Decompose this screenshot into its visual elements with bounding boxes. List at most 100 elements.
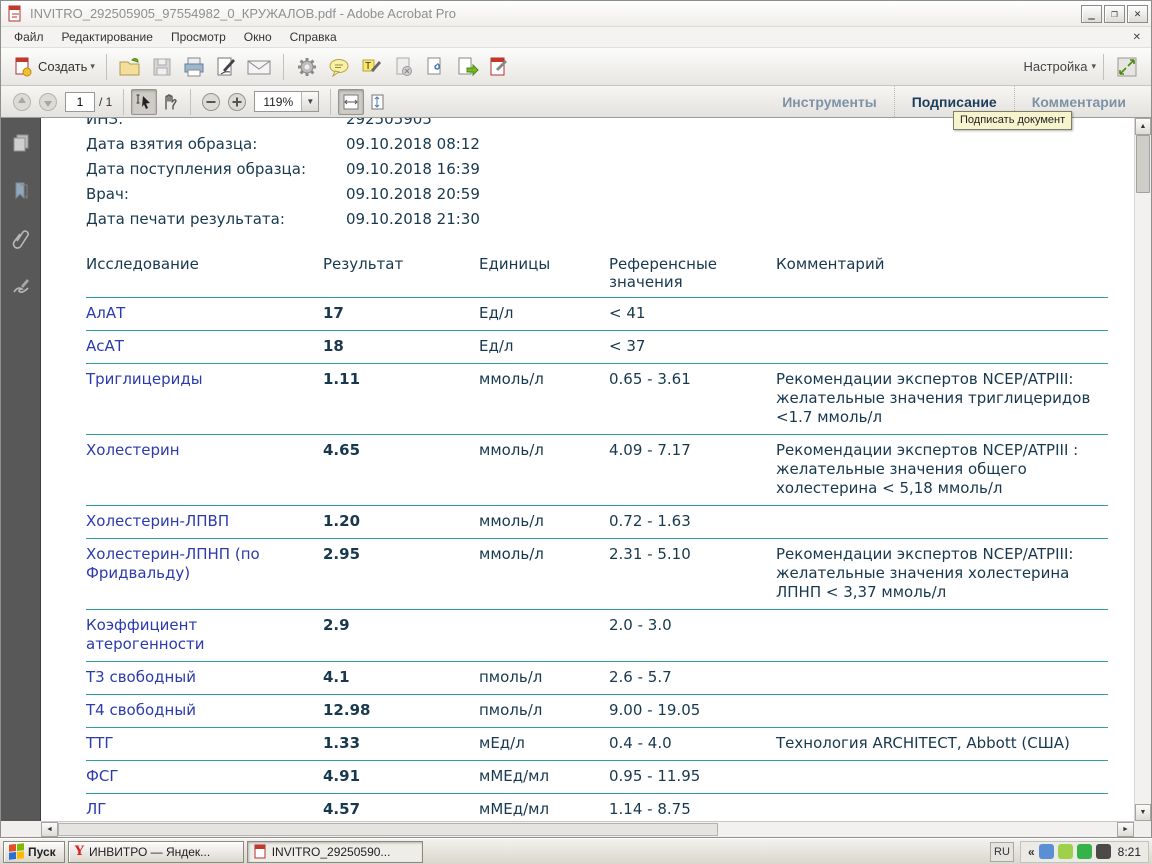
- menu-item[interactable]: Редактирование: [53, 27, 162, 47]
- menu-item[interactable]: Справка: [281, 27, 346, 47]
- antivirus-icon[interactable]: [1096, 844, 1111, 859]
- toolbar-separator: [106, 54, 107, 80]
- fill-sign-form-button[interactable]: [483, 52, 515, 82]
- vertical-scrollbar-track[interactable]: [1135, 193, 1151, 804]
- doc-meta: Дата взятия образца:09.10.2018 08:12Дата…: [86, 131, 1134, 231]
- comment-bubble-icon: [327, 56, 351, 78]
- tray-collapse-icon[interactable]: «: [1028, 845, 1035, 859]
- export-file-button[interactable]: [451, 52, 483, 82]
- taskbar-tasks: Y ИНВИТРО — Яндек... INVITRO_29250590...: [68, 841, 423, 863]
- result-comment: [776, 331, 1108, 364]
- print-button[interactable]: [178, 52, 210, 82]
- task-label: INVITRO_29250590...: [272, 845, 391, 859]
- table-row: ФСГ4.91мМЕд/мл0.95 - 11.95: [86, 761, 1108, 794]
- menu-item[interactable]: Просмотр: [162, 27, 235, 47]
- task-label: ИНВИТРО — Яндек...: [89, 845, 210, 859]
- result-value: 17: [323, 298, 479, 331]
- vertical-scrollbar-thumb[interactable]: [1136, 135, 1150, 193]
- windows-logo-icon: [9, 843, 24, 860]
- remote-access-icon[interactable]: [1039, 844, 1054, 859]
- chevron-down-icon[interactable]: ▾: [1091, 61, 1096, 72]
- agent-icon[interactable]: [1077, 844, 1092, 859]
- select-tool-button[interactable]: [131, 89, 157, 115]
- create-pdf-icon: [13, 56, 33, 78]
- document-page[interactable]: ИНЗ: 292505905 Дата взятия образца:09.10…: [41, 118, 1134, 821]
- hand-tool-button[interactable]: [157, 89, 183, 115]
- sign-document-button[interactable]: [210, 52, 242, 82]
- document-content: ИНЗ: 292505905 Дата взятия образца:09.10…: [41, 118, 1134, 821]
- scroll-left-icon[interactable]: ◄: [41, 822, 58, 837]
- page-count-label: / 1: [99, 95, 112, 109]
- page-thumbnails-icon[interactable]: [10, 132, 32, 154]
- scrolling-mode-button[interactable]: [364, 89, 390, 115]
- page-number-input[interactable]: [65, 92, 95, 112]
- result-units: пмоль/л: [479, 662, 609, 695]
- menu-item[interactable]: Файл: [5, 27, 53, 47]
- taskbar-task[interactable]: Y ИНВИТРО — Яндек...: [68, 841, 244, 863]
- test-name: Холестерин: [86, 435, 323, 506]
- meta-label: Дата взятия образца:: [86, 135, 346, 153]
- menu-bar: ФайлРедактированиеПросмотрОкноСправка ✕: [1, 27, 1151, 48]
- acrobat-app-icon: [7, 5, 24, 22]
- chevron-down-icon[interactable]: ▼: [301, 92, 318, 111]
- test-name: Холестерин-ЛПВП: [86, 506, 323, 539]
- horizontal-scrollbar[interactable]: ◄ ►: [41, 821, 1134, 837]
- menubar-close-icon[interactable]: ✕: [1127, 32, 1147, 43]
- table-header-row: ИсследованиеРезультатЕдиницыРеференсные …: [86, 247, 1108, 298]
- start-button[interactable]: Пуск: [3, 841, 65, 863]
- highlight-text-button[interactable]: T: [355, 52, 387, 82]
- reference-range: < 37: [609, 331, 776, 364]
- menu-item[interactable]: Окно: [235, 27, 281, 47]
- close-button[interactable]: ✕: [1127, 5, 1148, 23]
- next-page-button[interactable]: [35, 89, 61, 115]
- table-row: Коэффициент атерогенности2.92.0 - 3.0: [86, 610, 1108, 662]
- menu-bar-items: ФайлРедактированиеПросмотрОкноСправка: [5, 27, 346, 47]
- column-header: Результат: [323, 247, 479, 298]
- save-button[interactable]: [146, 52, 178, 82]
- vertical-scrollbar[interactable]: ▲ ▼: [1134, 118, 1151, 821]
- column-header: Исследование: [86, 247, 323, 298]
- bookmarks-icon[interactable]: [10, 180, 32, 202]
- table-row: ЛГ4.57мМЕд/мл1.14 - 8.75: [86, 794, 1108, 822]
- scroll-right-icon[interactable]: ►: [1117, 822, 1134, 837]
- comment-button[interactable]: [323, 52, 355, 82]
- zoom-out-button[interactable]: [198, 89, 224, 115]
- reference-range: 2.0 - 3.0: [609, 610, 776, 662]
- zoom-in-button[interactable]: [224, 89, 250, 115]
- delete-page-button[interactable]: [387, 52, 419, 82]
- utorrent-icon[interactable]: [1058, 844, 1073, 859]
- scrolling-page-icon: [367, 92, 387, 112]
- taskbar-task[interactable]: INVITRO_29250590...: [247, 841, 423, 863]
- language-indicator[interactable]: RU: [990, 842, 1014, 862]
- horizontal-scrollbar-thumb[interactable]: [58, 823, 718, 836]
- scroll-down-icon[interactable]: ▼: [1135, 804, 1151, 821]
- scroll-up-icon[interactable]: ▲: [1135, 118, 1151, 135]
- attach-file-button[interactable]: [419, 52, 451, 82]
- result-value: 2.9: [323, 610, 479, 662]
- minimize-button[interactable]: _: [1081, 5, 1102, 23]
- horizontal-scrollbar-track[interactable]: [718, 822, 1117, 837]
- customize-label[interactable]: Настройка: [1023, 59, 1087, 74]
- result-units: ммоль/л: [479, 539, 609, 610]
- result-units: ммоль/л: [479, 364, 609, 435]
- expand-toolbar-button[interactable]: [1111, 52, 1143, 82]
- yandex-icon: Y: [75, 844, 84, 859]
- settings-gear-button[interactable]: [291, 52, 323, 82]
- create-pdf-button[interactable]: Создать ▾: [9, 52, 99, 82]
- email-button[interactable]: [242, 52, 276, 82]
- result-comment: Рекомендации экспертов NCEP/ATPIII : жел…: [776, 435, 1108, 506]
- previous-page-button[interactable]: [9, 89, 35, 115]
- restore-button[interactable]: ❐: [1104, 5, 1125, 23]
- tooltip: Подписать документ: [953, 111, 1072, 130]
- panel-button-tools[interactable]: Инструменты: [765, 86, 894, 117]
- attachments-icon[interactable]: [10, 228, 32, 250]
- fit-width-button[interactable]: [338, 89, 364, 115]
- test-name: Холестерин-ЛПНП (по Фридвальду): [86, 539, 323, 610]
- taskbar-clock: 8:21: [1118, 845, 1141, 859]
- result-value: 4.57: [323, 794, 479, 822]
- open-file-button[interactable]: [114, 52, 146, 82]
- result-comment: [776, 662, 1108, 695]
- zoom-level-combo[interactable]: 119% ▼: [254, 91, 319, 112]
- signatures-icon[interactable]: [10, 276, 32, 298]
- acrobat-icon: [254, 844, 267, 859]
